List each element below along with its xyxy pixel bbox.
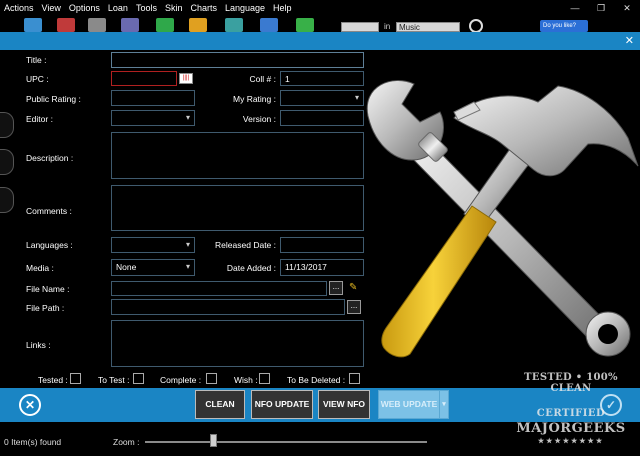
menu-tools[interactable]: Tools bbox=[132, 0, 161, 16]
menu-help[interactable]: Help bbox=[269, 0, 296, 16]
file-path-input[interactable] bbox=[111, 299, 345, 315]
barcode-icon[interactable]: |||| bbox=[179, 73, 193, 84]
clean-button[interactable]: CLEAN bbox=[195, 390, 245, 419]
toolbar: in Music Do you like? bbox=[0, 16, 640, 33]
menu-actions[interactable]: Actions bbox=[0, 0, 38, 16]
zoom-slider-track[interactable] bbox=[145, 441, 427, 443]
side-tab[interactable] bbox=[0, 187, 14, 213]
comments-label: Comments : bbox=[26, 206, 72, 216]
my-rating-label: My Rating : bbox=[233, 94, 276, 104]
dialog-close-icon[interactable]: ✕ bbox=[625, 34, 634, 48]
wish-label: Wish : bbox=[234, 375, 258, 385]
download-icon[interactable] bbox=[296, 18, 314, 32]
tested-checkbox[interactable] bbox=[70, 373, 81, 384]
tools-illustration-icon bbox=[366, 80, 639, 358]
view-nfo-button[interactable]: VIEW NFO bbox=[318, 390, 370, 419]
nfo-update-button[interactable]: NFO UPDATE bbox=[251, 390, 313, 419]
coll-label: Coll # : bbox=[249, 74, 276, 84]
date-added-input[interactable]: 11/13/2017 bbox=[280, 259, 364, 276]
links-textarea[interactable] bbox=[111, 320, 364, 367]
restore-icon[interactable]: ❐ bbox=[588, 0, 614, 16]
watermark-line1: TESTED • 100% CLEAN bbox=[524, 372, 618, 394]
title-label: Title : bbox=[26, 55, 47, 65]
browse-file-button[interactable]: ... bbox=[329, 281, 343, 295]
file-name-label: File Name : bbox=[26, 284, 70, 294]
media-label: Media : bbox=[26, 263, 54, 273]
editor-select[interactable] bbox=[111, 110, 195, 126]
majorgeeks-watermark: TESTED • 100% CLEAN CERTIFIED MAJORGEEKS… bbox=[502, 370, 640, 456]
complete-label: Complete : bbox=[160, 375, 202, 385]
web-update-label: WEB UPDATE bbox=[380, 399, 438, 409]
window-controls: — ❐ ✕ bbox=[562, 0, 640, 16]
version-input[interactable] bbox=[280, 110, 364, 126]
item-count: 0 Item(s) found bbox=[4, 437, 62, 447]
public-rating-label: Public Rating : bbox=[26, 94, 81, 104]
tested-label: Tested : bbox=[38, 375, 68, 385]
title-input[interactable] bbox=[111, 52, 364, 68]
to-be-deleted-label: To Be Deleted : bbox=[287, 375, 346, 385]
search-in-label: in bbox=[384, 22, 391, 31]
date-added-label: Date Added : bbox=[226, 263, 276, 273]
menu-skin[interactable]: Skin bbox=[161, 0, 187, 16]
menu-charts[interactable]: Charts bbox=[186, 0, 221, 16]
film-icon[interactable] bbox=[121, 18, 139, 32]
menu-bar: Actions View Options Loan Tools Skin Cha… bbox=[0, 0, 640, 16]
zoom-slider-thumb[interactable] bbox=[209, 434, 217, 447]
browse-path-button[interactable]: ... bbox=[347, 300, 361, 314]
media-select[interactable]: None bbox=[111, 259, 195, 276]
links-label: Links : bbox=[26, 340, 51, 350]
minimize-icon[interactable]: — bbox=[562, 0, 588, 16]
chevron-down-icon[interactable]: ▾ bbox=[439, 391, 448, 418]
web-update-button[interactable]: WEB UPDATE ▾ bbox=[378, 390, 449, 419]
upc-label: UPC : bbox=[26, 74, 49, 84]
menu-loan[interactable]: Loan bbox=[104, 0, 132, 16]
category-select[interactable]: Music bbox=[396, 22, 460, 32]
to-test-checkbox[interactable] bbox=[133, 373, 144, 384]
to-be-deleted-checkbox[interactable] bbox=[349, 373, 360, 384]
like-button[interactable]: Do you like? bbox=[540, 20, 588, 32]
upc-input[interactable] bbox=[111, 71, 177, 86]
comments-textarea[interactable] bbox=[111, 185, 364, 231]
description-textarea[interactable] bbox=[111, 132, 364, 179]
complete-checkbox[interactable] bbox=[206, 373, 217, 384]
side-tab[interactable] bbox=[0, 112, 14, 138]
editor-label: Editor : bbox=[26, 114, 53, 124]
version-label: Version : bbox=[242, 114, 276, 124]
search-web-icon[interactable] bbox=[260, 18, 278, 32]
file-name-input[interactable] bbox=[111, 281, 327, 296]
description-label: Description : bbox=[26, 153, 74, 163]
dialog-title-bar: ✕ bbox=[0, 32, 640, 50]
zoom-label: Zoom : bbox=[113, 437, 140, 447]
add-item-icon[interactable] bbox=[156, 18, 174, 32]
side-tab[interactable] bbox=[0, 149, 14, 175]
languages-select[interactable] bbox=[111, 237, 195, 253]
export-icon[interactable] bbox=[189, 18, 207, 32]
wish-checkbox[interactable] bbox=[259, 373, 270, 384]
coll-input[interactable]: 1 bbox=[280, 71, 364, 86]
search-input[interactable] bbox=[341, 22, 379, 32]
file-path-label: File Path : bbox=[26, 303, 65, 313]
target-icon[interactable] bbox=[469, 19, 483, 33]
watermark-line3: MAJORGEEKS bbox=[516, 421, 626, 436]
menu-options[interactable]: Options bbox=[65, 0, 104, 16]
languages-label: Languages : bbox=[26, 240, 73, 250]
public-rating-input[interactable] bbox=[111, 90, 195, 106]
movie-icon[interactable] bbox=[88, 18, 106, 32]
my-rating-select[interactable] bbox=[280, 90, 364, 106]
released-date-input[interactable] bbox=[280, 237, 364, 253]
menu-language[interactable]: Language bbox=[221, 0, 269, 16]
pencil-icon[interactable]: ✎ bbox=[349, 282, 357, 293]
loan-icon[interactable] bbox=[225, 18, 243, 32]
menu-view[interactable]: View bbox=[38, 0, 65, 16]
watermark-line2: CERTIFIED bbox=[536, 408, 606, 419]
collection-icon[interactable] bbox=[57, 18, 75, 32]
watermark-stars: ★★★★★★★★ bbox=[537, 436, 605, 445]
tools-icon[interactable] bbox=[24, 18, 42, 32]
close-window-icon[interactable]: ✕ bbox=[614, 0, 640, 16]
to-test-label: To Test : bbox=[98, 375, 130, 385]
cancel-icon[interactable]: ✕ bbox=[19, 394, 41, 416]
released-date-label: Released Date : bbox=[215, 240, 276, 250]
